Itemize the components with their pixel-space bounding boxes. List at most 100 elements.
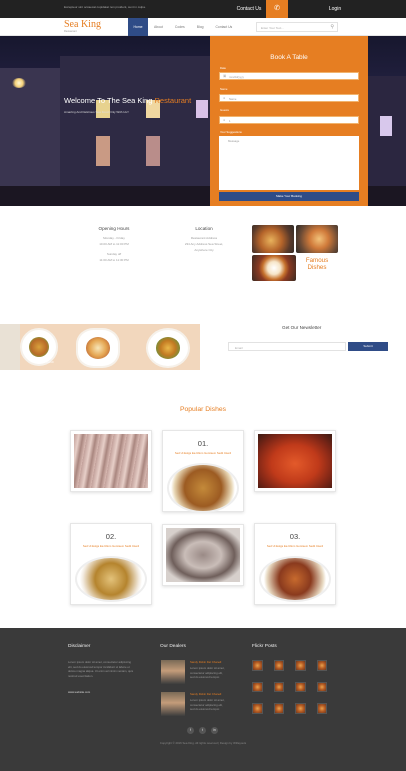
- famous-photo: [252, 255, 296, 281]
- flickr-thumb[interactable]: [316, 681, 327, 692]
- dealer-name[interactable]: Sandy Robin Del Chanell: [190, 692, 221, 696]
- guests-placeholder: 1: [229, 119, 231, 123]
- dish-text-card[interactable]: 03. Sed Ut Eolgs Ea Ullom Gomisem Sedit …: [254, 523, 336, 605]
- name-label: Name: [220, 87, 228, 91]
- flickr-thumb[interactable]: [295, 681, 306, 692]
- dish-number: 02.: [105, 532, 117, 541]
- dish-plate-photo: [167, 463, 239, 513]
- main-nav: Home About Codes Blog Contact Us: [128, 18, 238, 36]
- newsletter-placeholder: Email: [235, 345, 243, 350]
- dish-photo-card[interactable]: [70, 430, 152, 492]
- dealer-line: sed do eiusmod tempor.: [190, 707, 220, 711]
- strip-left-photo: [0, 324, 20, 370]
- hero-title-white: Welcome To The Sea King: [64, 96, 153, 105]
- login-link[interactable]: Login: [322, 0, 348, 18]
- search-icon[interactable]: ⚲: [330, 24, 334, 30]
- facebook-icon[interactable]: f: [187, 727, 194, 734]
- date-field[interactable]: ▣ mm/dd/yyyy: [219, 72, 359, 80]
- location-line: Restaurant Address: [190, 236, 218, 240]
- hero-window: [96, 136, 110, 166]
- guests-field[interactable]: ● 1: [219, 116, 359, 124]
- famous-photo: [296, 225, 338, 253]
- strip-label: Special Menu: [90, 360, 109, 364]
- newsletter-submit-button[interactable]: Submit: [348, 342, 388, 351]
- message-textarea[interactable]: Message: [219, 136, 359, 190]
- dish-photo-card[interactable]: [162, 524, 244, 586]
- plate-food: [86, 337, 110, 359]
- name-field[interactable]: ● Name: [219, 94, 359, 102]
- fish-photo: [74, 434, 148, 488]
- newsletter-email-input[interactable]: Email: [228, 342, 346, 351]
- hero-subtitle: Amazing And Delicious Sea Food Only With…: [64, 110, 129, 114]
- flickr-thumb[interactable]: [316, 660, 327, 671]
- location-line: 234 Any Address Sea Street,: [184, 242, 224, 246]
- make-booking-button[interactable]: Make Your Booking: [219, 192, 359, 201]
- dish-caption: Sed Ut Eolgs Ea Ullom Gomisem Sedit Inte…: [82, 544, 140, 548]
- nav-item-codes[interactable]: Codes: [169, 18, 191, 36]
- plate-food: [28, 336, 50, 358]
- flickr-thumb[interactable]: [295, 703, 306, 714]
- copyright-text: Copyright © 2016 Sea King. All rights re…: [159, 741, 247, 745]
- flickr-thumb[interactable]: [252, 660, 263, 671]
- contact-us-link[interactable]: Contact Us: [232, 0, 266, 18]
- linkedin-icon[interactable]: in: [211, 727, 218, 734]
- nav-item-about[interactable]: About: [148, 18, 169, 36]
- hero-lamp: [12, 78, 26, 88]
- search-input[interactable]: Enter Your Text... ⚲: [256, 22, 338, 32]
- nav-item-blog[interactable]: Blog: [191, 18, 210, 36]
- dish-text-card[interactable]: 02. Sed Ut Eolgs Ea Ullom Gomisem Sedit …: [70, 523, 152, 605]
- disclaimer-title: Disclaimer: [68, 644, 91, 649]
- opening-line: Sunday off: [106, 252, 122, 256]
- opening-hours-title: Opening Hours: [98, 226, 130, 231]
- dish-caption: Sed Ut Eolgs Ea Ullom Gomisem Sedit Inte…: [266, 544, 324, 548]
- dish-plate-photo: [259, 556, 331, 602]
- phone-icon[interactable]: ✆: [266, 0, 288, 18]
- brand-logo[interactable]: Sea King: [64, 19, 101, 30]
- opening-line: 10.00 AM to 11:00 PM: [99, 242, 129, 246]
- flickr-thumb[interactable]: [252, 703, 263, 714]
- popular-dishes-title: Popular Dishes: [179, 406, 227, 413]
- booking-title: Book A Table: [270, 54, 308, 61]
- website-link[interactable]: www.website.com: [68, 690, 90, 694]
- user-icon: ●: [223, 96, 226, 100]
- dealer-name[interactable]: Sandy Robin Del Chanell: [190, 660, 221, 664]
- flickr-thumb[interactable]: [316, 703, 327, 714]
- disclaimer-line: nostrud exercitation.: [68, 673, 94, 678]
- dish-caption: Sed Ut Eolgs Ea Ullom Gomisem Sedit Inte…: [174, 451, 232, 455]
- flickr-thumb[interactable]: [273, 703, 284, 714]
- guests-label: Guests: [220, 108, 229, 112]
- booking-form: Book A Table Date ▣ mm/dd/yyyy Name ● Na…: [210, 36, 368, 206]
- location-title: Location: [195, 226, 213, 231]
- nav-item-contact[interactable]: Contact Us: [209, 18, 238, 36]
- flickr-thumb[interactable]: [273, 681, 284, 692]
- hero-building-mid: [60, 56, 210, 206]
- nav-item-home[interactable]: Home: [128, 18, 148, 36]
- location-line: Anywhere City: [194, 248, 214, 252]
- dish-number: 03.: [289, 532, 301, 541]
- flickr-thumb[interactable]: [295, 660, 306, 671]
- famous-dishes-label: Famous Dishes: [302, 257, 332, 271]
- strip-label: Seafood Lunch: [34, 360, 55, 364]
- hero-title-orange: Restaurant: [154, 96, 192, 105]
- dealer-line: sed do eiusmod tempor.: [190, 675, 220, 679]
- dish-photo-card[interactable]: [254, 430, 336, 492]
- flickr-thumb[interactable]: [273, 660, 284, 671]
- opening-line: Monday - Friday: [103, 236, 125, 240]
- message-placeholder: Message: [228, 139, 240, 143]
- octopus-photo: [166, 528, 240, 582]
- flickr-grid: [252, 660, 338, 714]
- message-label: Your Suggestions: [220, 130, 242, 134]
- twitter-icon[interactable]: t: [199, 727, 206, 734]
- famous-dishes: Famous Dishes: [252, 225, 338, 281]
- dish-text-card[interactable]: 01. Sed Ut Eolgs Ea Ullom Gomisem Sedit …: [162, 430, 244, 513]
- date-label: Date: [220, 66, 226, 70]
- hero-window: [196, 100, 208, 118]
- date-placeholder: mm/dd/yyyy: [229, 75, 244, 79]
- opening-line: 11:00 AM to 11:30 PM: [99, 258, 129, 262]
- famous-photo: [252, 225, 294, 253]
- flickr-title: Flickr Posts: [252, 644, 277, 649]
- top-bar: Excepteur sint occaecat cupidatat non pr…: [0, 0, 406, 18]
- flickr-thumb[interactable]: [252, 681, 263, 692]
- plate-food: [156, 337, 180, 359]
- dish-number: 01.: [197, 439, 209, 448]
